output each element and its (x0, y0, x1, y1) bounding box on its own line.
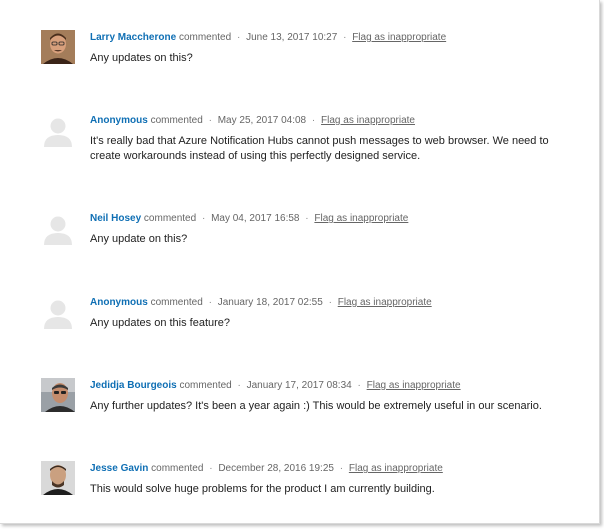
comment-date: May 04, 2017 16:58 (211, 213, 300, 224)
default-user-icon (41, 113, 75, 147)
comment-item: Anonymous commented · May 25, 2017 04:08… (0, 113, 599, 173)
user-photo-icon (41, 30, 75, 64)
separator-dot: · (328, 297, 332, 308)
flag-link[interactable]: Flag as inappropriate (349, 463, 443, 474)
author-link[interactable]: Neil Hosey (90, 213, 141, 224)
comment-verb: commented (150, 297, 203, 308)
default-user-icon (41, 211, 75, 245)
author-link[interactable]: Jedidja Bourgeois (90, 380, 177, 391)
comment-verb: commented (150, 115, 203, 126)
separator-dot: · (208, 115, 212, 126)
avatar[interactable] (41, 295, 75, 329)
comment-date: January 17, 2017 08:34 (246, 380, 352, 391)
comment-text: Any updates on this feature? (90, 317, 231, 329)
comment-header: Jesse Gavin commented · December 28, 201… (90, 463, 443, 474)
flag-link[interactable]: Flag as inappropriate (321, 115, 415, 126)
author-link[interactable]: Larry Maccherone (90, 32, 176, 43)
author-link[interactable]: Jesse Gavin (90, 463, 148, 474)
comment-header: Neil Hosey commented · May 04, 2017 16:5… (90, 213, 408, 224)
comment-header: Anonymous commented · May 25, 2017 04:08… (90, 115, 415, 126)
comment-text: Any updates on this? (90, 52, 193, 64)
separator-dot: · (339, 463, 344, 474)
author-link[interactable]: Anonymous (90, 115, 148, 126)
comment-item: Jesse Gavin commented · December 28, 201… (0, 461, 599, 521)
author-link[interactable]: Anonymous (90, 297, 148, 308)
flag-link[interactable]: Flag as inappropriate (338, 297, 432, 308)
separator-dot: · (237, 380, 241, 391)
comment-text: Any update on this? (90, 233, 188, 245)
comment-text: It's really bad that Azure Notification … (90, 135, 549, 162)
default-user-icon (41, 295, 75, 329)
flag-link[interactable]: Flag as inappropriate (314, 213, 408, 224)
comment-header: Anonymous commented · January 18, 2017 0… (90, 297, 432, 308)
avatar[interactable] (41, 113, 75, 147)
flag-link[interactable]: Flag as inappropriate (352, 32, 446, 43)
comment-date: December 28, 2016 19:25 (218, 463, 334, 474)
flag-link[interactable]: Flag as inappropriate (367, 380, 461, 391)
avatar[interactable] (41, 30, 75, 64)
comments-panel: Larry Maccherone commented · June 13, 20… (0, 0, 600, 524)
separator-dot: · (236, 32, 241, 43)
comment-verb: commented (178, 32, 232, 43)
separator-dot: · (305, 213, 309, 224)
comment-header: Jedidja Bourgeois commented · January 17… (90, 380, 461, 391)
separator-dot: · (357, 380, 361, 391)
user-photo-icon (41, 461, 75, 495)
comment-header: Larry Maccherone commented · June 13, 20… (90, 32, 446, 43)
comment-text: Any further updates? It's been a year ag… (90, 400, 542, 412)
separator-dot: · (343, 32, 347, 43)
comment-item: Jedidja Bourgeois commented · January 17… (0, 378, 599, 438)
comment-verb: commented (179, 380, 232, 391)
separator-dot: · (311, 115, 316, 126)
separator-dot: · (201, 213, 206, 224)
comment-date: January 18, 2017 02:55 (217, 297, 323, 308)
user-photo-icon (41, 378, 75, 412)
comment-item: Larry Maccherone commented · June 13, 20… (0, 30, 599, 90)
comment-item: Anonymous commented · January 18, 2017 0… (0, 295, 599, 355)
comment-date: May 25, 2017 04:08 (217, 115, 307, 126)
comment-item: Neil Hosey commented · May 04, 2017 16:5… (0, 211, 599, 271)
comment-verb: commented (143, 213, 197, 224)
separator-dot: · (209, 463, 213, 474)
comment-verb: commented (151, 463, 204, 474)
avatar[interactable] (41, 461, 75, 495)
avatar[interactable] (41, 378, 75, 412)
separator-dot: · (208, 297, 212, 308)
avatar[interactable] (41, 211, 75, 245)
comment-date: June 13, 2017 10:27 (246, 32, 338, 43)
comment-text: This would solve huge problems for the p… (90, 483, 435, 495)
